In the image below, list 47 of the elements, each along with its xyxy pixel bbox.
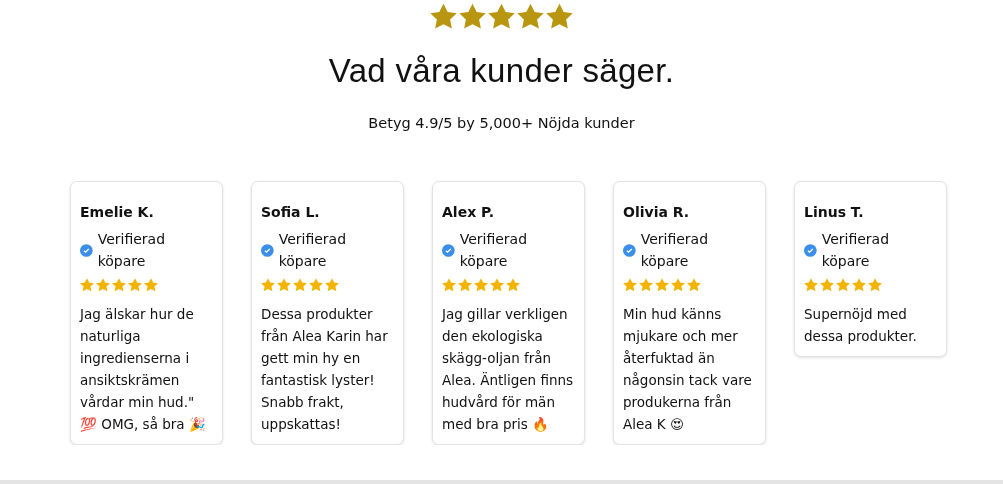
- reviewer-name: Alex P.: [442, 204, 496, 220]
- star-icon: [546, 3, 573, 30]
- star-icon: [112, 278, 126, 292]
- verified-label: Verifierad köpare: [97, 230, 167, 271]
- star-icon: [96, 278, 110, 292]
- star-icon: [852, 278, 866, 292]
- star-icon: [804, 278, 818, 292]
- star-icon: [655, 278, 669, 292]
- star-icon: [836, 278, 850, 292]
- star-icon: [671, 278, 685, 292]
- reviewer-name: Olivia R.: [623, 204, 691, 220]
- star-icon: [639, 278, 653, 292]
- section-heading: Vad våra kunder säger.: [327, 52, 676, 90]
- review-text: Dessa produkter från Alea Karin har gett min hy en fantastisk lyster! Snabb frakt, uppskattas!: [261, 305, 389, 434]
- star-icon: [309, 278, 323, 292]
- star-icon: [430, 3, 457, 30]
- rating-summary: Betyg 4.9/5 by 5,000+ Nöjda kunder: [368, 115, 635, 131]
- verified-label: Verifierad köpare: [640, 230, 710, 271]
- review-text: Jag gillar verkligen den ekologiska skägg-oljan från Alea. Äntligen finns hudvård för män med bra pris 🔥: [442, 305, 575, 434]
- verified-label: Verifierad köpare: [459, 230, 529, 271]
- reviewer-name: Sofia L.: [261, 204, 321, 220]
- star-icon: [820, 278, 834, 292]
- reviewer-name: Emelie K.: [80, 204, 155, 220]
- star-icon: [144, 278, 158, 292]
- verified-label: Verifierad köpare: [821, 230, 891, 271]
- star-icon: [128, 278, 142, 292]
- star-icon: [458, 278, 472, 292]
- star-icon: [488, 3, 515, 30]
- star-icon: [442, 278, 456, 292]
- star-icon: [623, 278, 637, 292]
- star-icon: [459, 3, 486, 30]
- star-icon: [293, 278, 307, 292]
- review-text: Jag älskar hur de naturliga ingredienserna i ansiktskrämen vårdar min hud." 💯 OMG, så bra 🎉: [80, 305, 207, 434]
- star-icon: [517, 3, 544, 30]
- review-text: Supernöjd med dessa produkter.: [804, 305, 918, 346]
- review-text: Min hud känns mjukare och mer återfuktad än någonsin tack vare produkerna från Alea K 😍: [623, 305, 753, 434]
- star-icon: [490, 278, 504, 292]
- star-icon: [261, 278, 275, 292]
- verified-label: Verifierad köpare: [278, 230, 348, 271]
- reviewer-name: Linus T.: [804, 204, 865, 220]
- star-icon: [687, 278, 701, 292]
- star-icon: [277, 278, 291, 292]
- star-icon: [474, 278, 488, 292]
- star-icon: [506, 278, 520, 292]
- star-icon: [868, 278, 882, 292]
- star-icon: [325, 278, 339, 292]
- star-icon: [80, 278, 94, 292]
